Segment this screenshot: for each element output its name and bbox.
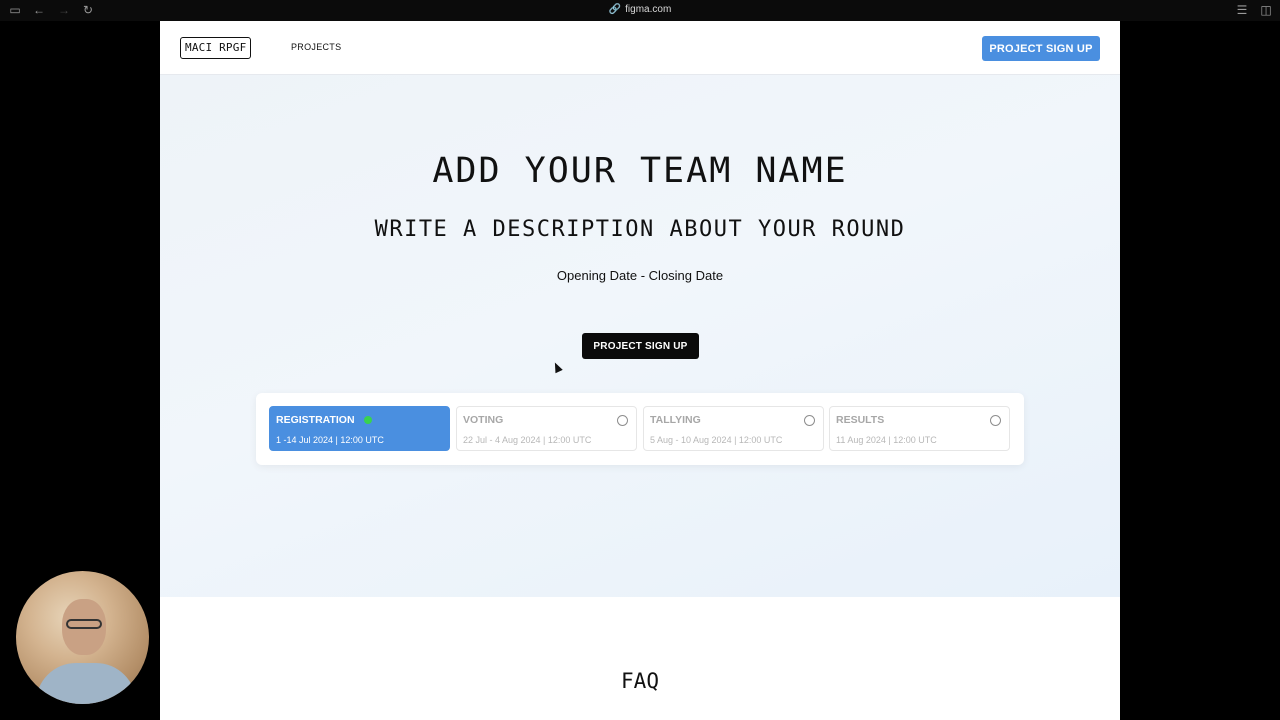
figma-prototype-page: MACI RPGF PROJECTS PROJECT SIGN UP ADD Y… [160,21,1120,720]
address-bar[interactable]: 🔗 figma.com [0,4,1280,15]
step-label: RESULTS [836,414,885,426]
url-text: figma.com [625,4,672,15]
hero-section: ADD YOUR TEAM NAME WRITE A DESCRIPTION A… [160,75,1120,597]
pending-circle-icon [617,415,628,426]
page-title: ADD YOUR TEAM NAME [432,151,848,191]
webcam-glasses [66,619,102,629]
pending-circle-icon [804,415,815,426]
step-date: 22 Jul - 4 Aug 2024 | 12:00 UTC [463,435,592,445]
round-timeline: REGISTRATION 1 -14 Jul 2024 | 12:00 UTC … [256,393,1024,465]
step-date: 11 Aug 2024 | 12:00 UTC [836,435,937,445]
nav-project-sign-up-button[interactable]: PROJECT SIGN UP [982,36,1100,61]
step-label: TALLYING [650,414,701,426]
hero-project-sign-up-button[interactable]: PROJECT SIGN UP [582,333,699,359]
split-view-icon[interactable]: ◫ [1259,3,1273,17]
step-label: REGISTRATION [276,414,355,426]
timeline-step-tallying[interactable]: TALLYING 5 Aug - 10 Aug 2024 | 12:00 UTC [643,406,824,451]
timeline-step-results[interactable]: RESULTS 11 Aug 2024 | 12:00 UTC [829,406,1010,451]
nav-projects-link[interactable]: PROJECTS [291,42,341,52]
active-status-dot-icon [364,416,372,424]
round-dates: Opening Date - Closing Date [556,268,724,283]
timeline-step-voting[interactable]: VOTING 22 Jul - 4 Aug 2024 | 12:00 UTC [456,406,637,451]
step-date: 5 Aug - 10 Aug 2024 | 12:00 UTC [650,435,783,445]
reader-icon[interactable]: ☰ [1235,3,1249,17]
webcam-shirt [36,663,136,704]
browser-toolbar: ▭ ← → ↻ 🔗 figma.com ☰ ◫ [0,0,1280,21]
pending-circle-icon [990,415,1001,426]
step-date: 1 -14 Jul 2024 | 12:00 UTC [276,435,384,445]
page-subtitle: WRITE A DESCRIPTION ABOUT YOUR ROUND [374,217,906,242]
timeline-step-registration[interactable]: REGISTRATION 1 -14 Jul 2024 | 12:00 UTC [269,406,450,451]
step-label: VOTING [463,414,504,426]
presenter-webcam [16,571,149,704]
logo[interactable]: MACI RPGF [180,37,252,59]
link-icon: 🔗 [608,4,622,15]
faq-heading: FAQ [621,669,659,693]
top-nav: MACI RPGF PROJECTS PROJECT SIGN UP [160,21,1120,75]
